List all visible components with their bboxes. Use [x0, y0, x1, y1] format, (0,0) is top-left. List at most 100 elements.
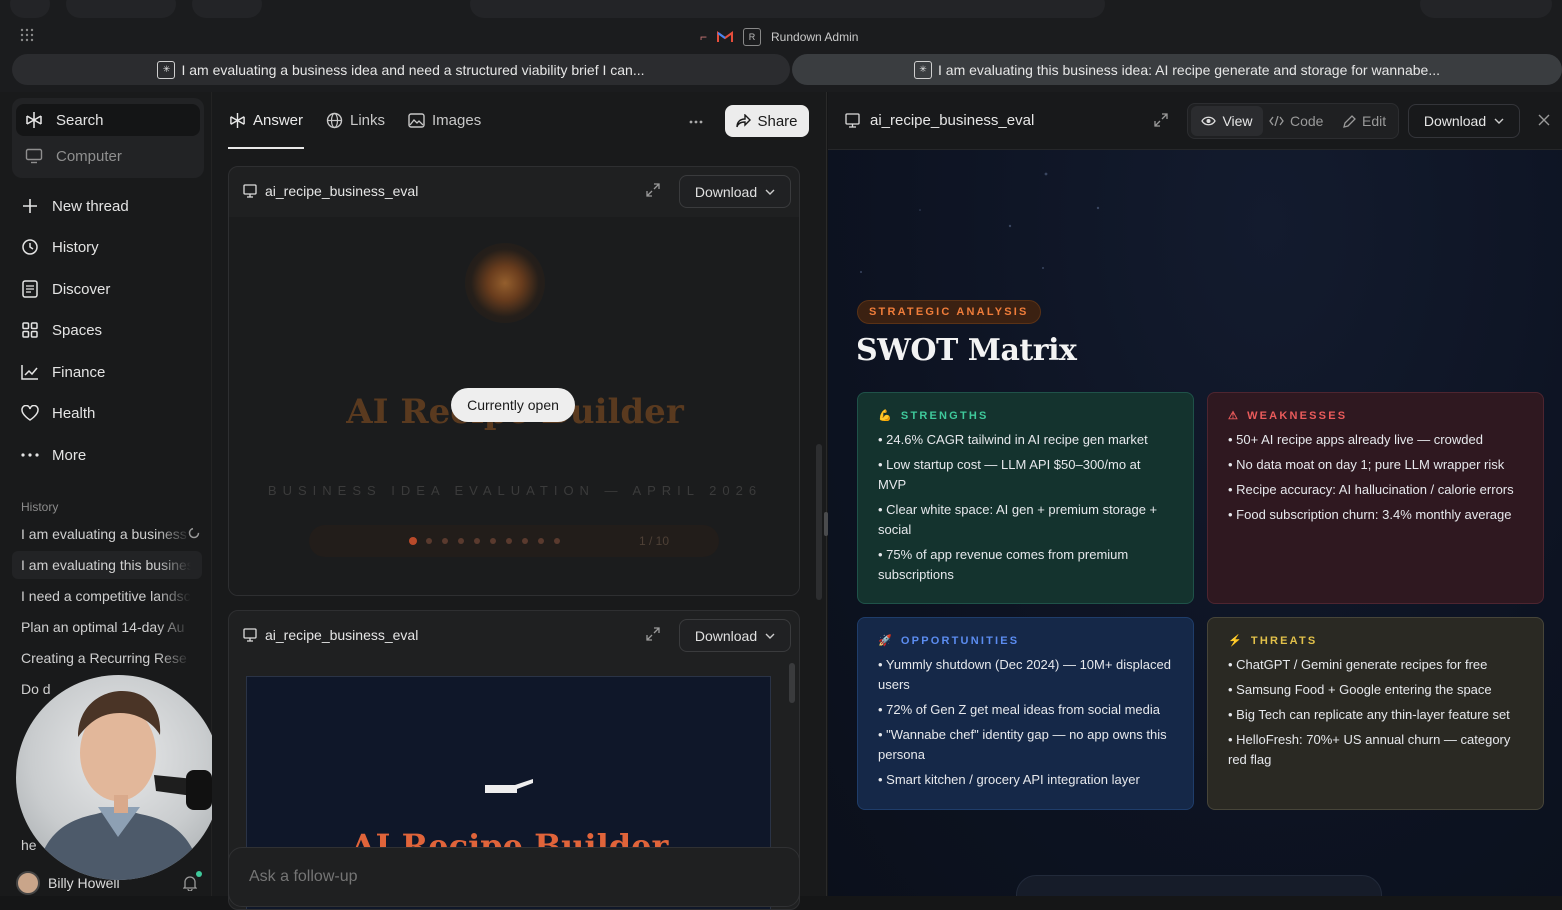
rundown-admin-icon: R — [743, 28, 762, 46]
bookmark-favicon-icon[interactable]: ⌐ — [700, 30, 707, 44]
history-item-partial[interactable]: he — [21, 837, 37, 853]
strengths-heading: 💪 STRENGTHS — [878, 409, 989, 423]
frying-pan-icon — [465, 243, 545, 323]
list-item: • Low startup cost — LLM API $50–300/mo … — [878, 457, 1141, 492]
sidebar-item-spaces[interactable]: Spaces — [20, 316, 102, 344]
scrollbar[interactable] — [789, 663, 795, 703]
share-button[interactable]: Share — [725, 105, 809, 137]
currently-open-tooltip: Currently open — [451, 388, 575, 422]
scrollbar[interactable] — [816, 444, 822, 600]
bookmark-rundown-admin[interactable]: Rundown Admin — [771, 30, 858, 44]
tab-recipe-evaluation[interactable]: ✳ I am evaluating this business idea: AI… — [792, 54, 1562, 85]
notification-dot — [196, 871, 202, 877]
eye-icon — [1201, 116, 1217, 126]
artifact-viewer: ai_recipe_business_eval View Code Edit D… — [828, 92, 1562, 896]
tab-images[interactable]: Images — [408, 112, 481, 129]
download-button[interactable]: Download — [679, 619, 791, 652]
weaknesses-heading: ⚠ WEAKNESSES — [1228, 409, 1348, 423]
list-item: • Smart kitchen / grocery API integratio… — [878, 772, 1140, 787]
toolbar-extensions[interactable] — [1420, 0, 1552, 18]
person-silhouette-icon — [36, 691, 212, 880]
chevron-down-icon — [1494, 118, 1504, 124]
list-item: • "Wannabe chef" identity gap — no app o… — [878, 727, 1167, 762]
preview-subtitle: BUSINESS IDEA EVALUATION — APRIL 2026 — [267, 483, 763, 498]
history-item[interactable]: I need a competitive landscape — [12, 582, 202, 610]
view-button[interactable]: View — [1191, 106, 1263, 136]
rocket-icon: 🚀 — [878, 635, 894, 647]
window-control[interactable] — [10, 0, 50, 18]
history-section-label: History — [21, 500, 59, 514]
sidebar-item-health[interactable]: Health — [20, 399, 95, 427]
perplexity-logo-icon — [24, 110, 44, 130]
toolbar-control[interactable] — [66, 0, 176, 18]
presentation-icon — [243, 184, 257, 198]
slide-counter: 1 / 10 — [639, 534, 670, 548]
pencil-icon — [1343, 114, 1356, 128]
slide-pager[interactable] — [1016, 875, 1382, 896]
list-item: • Yummly shutdown (Dec 2024) — 10M+ disp… — [878, 657, 1171, 692]
list-item: • Food subscription churn: 3.4% monthly … — [1228, 507, 1512, 522]
mode-computer[interactable]: Computer — [24, 142, 122, 170]
swot-threats: ⚡ THREATS • ChatGPT / Gemini generate rec… — [1207, 617, 1544, 810]
viewer-title: ai_recipe_business_eval — [845, 112, 1034, 129]
warning-icon: ⚠ — [1228, 410, 1241, 422]
answer-column: Answer Links Images Share ai_recipe_busi… — [212, 92, 827, 910]
followup-input[interactable] — [249, 862, 769, 892]
answer-icon — [229, 112, 246, 129]
spaces-icon — [20, 320, 40, 340]
list-item: • HelloFresh: 70%+ US annual churn — cat… — [1228, 732, 1511, 767]
toolbar-control[interactable] — [192, 0, 262, 18]
slide-heading: SWOT Matrix — [856, 333, 1077, 368]
edit-button[interactable]: Edit — [1343, 106, 1386, 136]
history-item[interactable]: Plan an optimal 14-day Au — [12, 613, 202, 641]
list-item: • Recipe accuracy: AI hallucination / ca… — [1228, 482, 1514, 497]
list-item: • 24.6% CAGR tailwind in AI recipe gen m… — [878, 432, 1148, 447]
expand-icon[interactable] — [1154, 113, 1168, 127]
frying-pan-icon — [485, 777, 533, 795]
slide-pager[interactable]: 1 / 10 — [309, 525, 719, 557]
gmail-icon[interactable] — [717, 31, 734, 43]
sidebar-item-discover[interactable]: Discover — [20, 275, 110, 303]
more-icon — [20, 445, 40, 465]
swot-strengths: 💪 STRENGTHS • 24.6% CAGR tailwind in AI r… — [857, 392, 1194, 604]
loading-spinner-icon — [188, 527, 200, 539]
notification-bell-icon[interactable] — [183, 875, 197, 891]
list-item: • Clear white space: AI gen + premium st… — [878, 502, 1158, 537]
plus-icon — [20, 196, 40, 216]
finance-icon — [20, 362, 40, 382]
sidebar-item-more[interactable]: More — [20, 441, 86, 469]
sidebar-item-new-thread[interactable]: New thread — [20, 192, 129, 220]
perplexity-icon: ✳ — [157, 60, 176, 79]
starfield — [860, 172, 1100, 273]
heart-icon — [20, 403, 40, 423]
tab-answer[interactable]: Answer — [229, 112, 303, 129]
expand-icon[interactable] — [646, 183, 662, 199]
tab-links[interactable]: Links — [326, 112, 385, 129]
list-item: • Big Tech can replicate any thin-layer … — [1228, 707, 1510, 722]
sidebar-item-history[interactable]: History — [20, 233, 99, 261]
address-bar[interactable] — [470, 0, 1105, 18]
history-item-active[interactable]: I am evaluating this business idea — [12, 551, 202, 579]
tab-viability-brief[interactable]: ✳ I am evaluating a business idea and ne… — [12, 54, 790, 85]
mode-search[interactable]: Search — [24, 106, 104, 134]
close-icon[interactable] — [1538, 114, 1550, 126]
apps-grid-icon[interactable] — [20, 28, 34, 42]
swot-weaknesses: ⚠ WEAKNESSES • 50+ AI recipe apps already… — [1207, 392, 1544, 604]
sidebar-item-finance[interactable]: Finance — [20, 358, 105, 386]
expand-icon[interactable] — [646, 627, 662, 643]
chevron-down-icon — [765, 633, 775, 639]
artifact-card-1: ai_recipe_business_eval Download AI Reci… — [228, 166, 800, 596]
list-item: • No data moat on day 1; pure LLM wrappe… — [1228, 457, 1505, 472]
list-item: • Samsung Food + Google entering the spa… — [1228, 682, 1492, 697]
history-item[interactable]: I am evaluating a business idea — [12, 520, 202, 548]
more-options-icon[interactable] — [689, 120, 703, 124]
download-button[interactable]: Download — [679, 175, 791, 208]
opportunities-heading: 🚀 OPPORTUNITIES — [878, 634, 1020, 648]
history-item[interactable]: Creating a Recurring Rese — [12, 644, 202, 672]
lightning-icon: ⚡ — [1228, 635, 1244, 647]
slide-preview[interactable]: AI Recipe Builder Currently open BUSINES… — [229, 217, 799, 595]
flexed-biceps-icon: 💪 — [878, 410, 894, 422]
swot-opportunities: 🚀 OPPORTUNITIES • Yummly shutdown (Dec 20… — [857, 617, 1194, 810]
code-button[interactable]: Code — [1269, 106, 1323, 136]
download-button[interactable]: Download — [1408, 104, 1520, 138]
